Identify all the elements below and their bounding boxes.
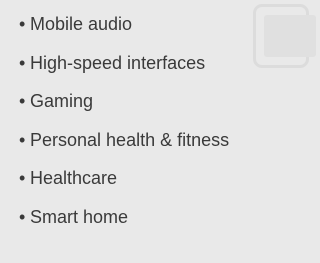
list-item-label: High-speed interfaces [30, 52, 206, 73]
list-item: • Gaming [19, 82, 309, 121]
list-item: • Smart home [19, 198, 309, 237]
application-list: • Mobile audio • High-speed interfaces • Ga… [19, 5, 309, 237]
list-item-label: Healthcare [30, 168, 118, 189]
bullet-icon: • [19, 14, 26, 34]
list-item: • Personal health & fitness [19, 121, 309, 160]
list-item: • High-speed interfaces [19, 44, 309, 83]
list-item: • Mobile audio [19, 5, 309, 44]
list-item-label: Personal health & fitness [30, 129, 230, 150]
bullet-icon: • [19, 52, 26, 73]
list-item: • Healthcare [19, 159, 309, 198]
list-item-label: Smart home [30, 206, 129, 227]
list-item-label: Gaming [30, 91, 94, 112]
bullet-icon: • [19, 129, 26, 150]
list-item-label: Mobile audio [30, 14, 133, 34]
bullet-icon: • [19, 206, 26, 227]
bullet-icon: • [19, 168, 26, 189]
bullet-icon: • [19, 91, 26, 112]
